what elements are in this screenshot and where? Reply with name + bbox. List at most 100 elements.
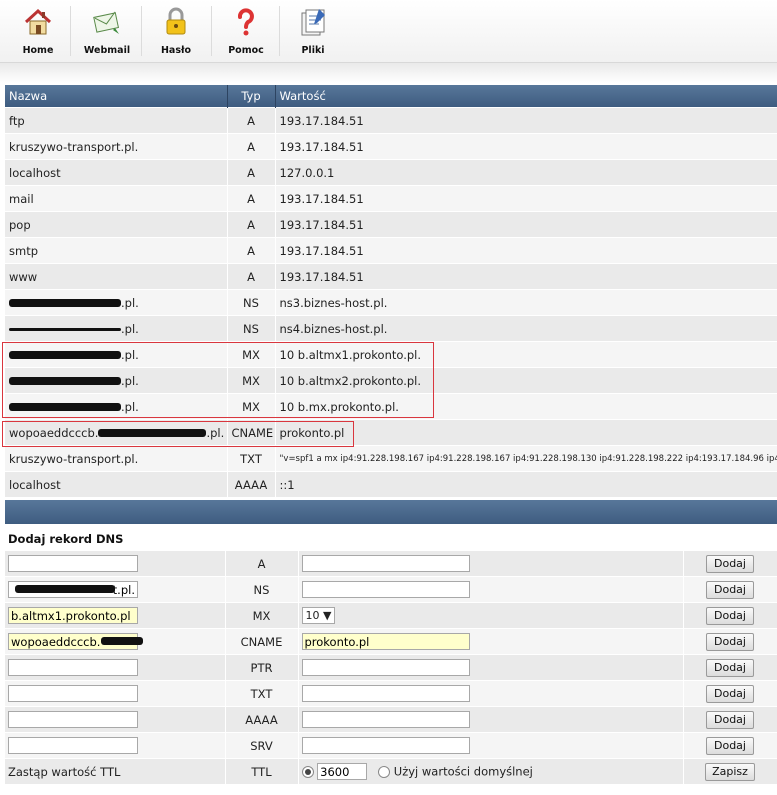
mx-priority-select[interactable]: 10 ▼ [301, 607, 336, 624]
add-aaaa-button[interactable]: Dodaj [706, 710, 754, 729]
record-type: MX [227, 367, 276, 394]
record-value-input[interactable] [301, 633, 470, 650]
toolbar-webmail[interactable]: Webmail [74, 0, 140, 62]
record-value: 193.17.184.51 [275, 133, 777, 160]
ttl-default-radio[interactable] [378, 766, 391, 778]
record-name-cell: .pl. [5, 367, 228, 394]
table-row: .pl. NS ns3.biznes-host.pl. [5, 289, 777, 316]
record-name-cell: .pl. [5, 341, 228, 368]
add-row-cname: CNAME Dodaj [5, 628, 777, 655]
record-value-input[interactable] [301, 685, 470, 702]
toolbar-home[interactable]: Home [10, 0, 66, 62]
record-name: ftp [5, 107, 228, 134]
mx-priority-value: 10 [305, 609, 320, 622]
record-value: 127.0.0.1 [275, 159, 777, 186]
ttl-value-input[interactable] [317, 763, 368, 780]
record-name-input[interactable] [8, 555, 138, 572]
record-value: 193.17.184.51 [275, 237, 777, 264]
webmail-icon [93, 11, 120, 34]
record-value-input[interactable] [301, 711, 470, 728]
toolbar-help[interactable]: Pomoc [215, 0, 277, 62]
toolbar-password[interactable]: Hasło [145, 0, 207, 62]
column-header-name[interactable]: Nazwa [5, 85, 228, 108]
record-name-input[interactable] [8, 685, 138, 702]
record-name: mail [5, 185, 228, 212]
record-name-input[interactable] [8, 711, 138, 728]
toolbar-home-label: Home [22, 45, 54, 56]
record-name-input[interactable] [8, 607, 138, 624]
ttl-default-label: Użyj wartości domyślnej [393, 764, 533, 779]
add-row-aaaa: AAAA Dodaj [5, 706, 777, 733]
record-type-label: SRV [225, 732, 299, 759]
record-type: AAAA [227, 471, 276, 497]
record-value: ns3.biznes-host.pl. [275, 289, 777, 316]
record-value: 193.17.184.51 [275, 107, 777, 134]
record-type-label: A [225, 550, 299, 577]
record-value: prokonto.pl [275, 419, 777, 446]
dns-records-table: Nazwa Typ Wartość ftp A 193.17.184.51 kr… [5, 85, 777, 497]
redaction-mark [101, 637, 143, 645]
column-header-type[interactable]: Typ [227, 85, 276, 108]
toolbar-webmail-label: Webmail [83, 45, 131, 56]
record-value-input[interactable] [301, 659, 470, 676]
record-name-cell: .pl. [5, 289, 228, 316]
add-a-button[interactable]: Dodaj [706, 554, 754, 573]
record-name-input[interactable] [8, 659, 138, 676]
record-name: .pl. [121, 295, 139, 310]
record-type: A [227, 159, 276, 186]
toolbar-shadow [0, 63, 777, 83]
record-value: 193.17.184.51 [275, 263, 777, 290]
record-type-label: NS [225, 576, 299, 603]
record-type: MX [227, 393, 276, 420]
record-name: .pl. [121, 373, 139, 388]
record-value: 10 b.altmx2.prokonto.pl. [275, 367, 777, 394]
table-row: .pl. MX 10 b.altmx2.prokonto.pl. [5, 367, 777, 394]
section-divider [5, 500, 777, 524]
add-mx-button[interactable]: Dodaj [706, 606, 754, 625]
column-header-value[interactable]: Wartość [275, 85, 777, 108]
ttl-override-label: Zastąp wartość TTL [5, 758, 226, 784]
add-row-ns: NS Dodaj [5, 576, 777, 603]
record-name: localhost [5, 159, 228, 186]
redaction-mark [9, 299, 121, 307]
record-type: MX [227, 341, 276, 368]
table-row: localhost A 127.0.0.1 [5, 159, 777, 186]
toolbar-files[interactable]: Pliki [283, 0, 343, 62]
ttl-row: Zastąp wartość TTL TTL Użyj wartości dom… [5, 758, 777, 784]
home-icon [24, 8, 52, 35]
table-row: localhost AAAA ::1 [5, 471, 777, 497]
record-value-input[interactable] [301, 581, 470, 598]
record-type: A [227, 185, 276, 212]
ttl-custom-radio[interactable] [301, 766, 314, 778]
record-value-input[interactable] [301, 555, 470, 572]
table-row: www A 193.17.184.51 [5, 263, 777, 290]
add-ns-button[interactable]: Dodaj [706, 580, 754, 599]
redaction-mark [9, 377, 121, 385]
add-txt-button[interactable]: Dodaj [706, 684, 754, 703]
record-value: 10 b.altmx1.prokonto.pl. [275, 341, 777, 368]
toolbar-help-label: Pomoc [228, 45, 264, 56]
record-type: NS [227, 315, 276, 342]
record-value: ::1 [275, 471, 777, 497]
record-type: CNAME [227, 419, 276, 446]
record-name-prefix: wopoaeddcccb. [9, 425, 99, 440]
record-name: .pl. [206, 425, 225, 440]
record-type: TXT [227, 445, 276, 472]
add-cname-button[interactable]: Dodaj [706, 632, 754, 651]
add-ptr-button[interactable]: Dodaj [706, 658, 754, 677]
save-ttl-button[interactable]: Zapisz [705, 762, 755, 781]
padlock-icon [166, 7, 186, 35]
redaction-mark [9, 327, 121, 331]
redaction-mark [15, 585, 115, 593]
question-mark-icon [238, 8, 254, 36]
add-srv-button[interactable]: Dodaj [706, 736, 754, 755]
record-name: kruszywo-transport.pl. [5, 445, 228, 472]
record-name: .pl. [121, 347, 139, 362]
add-row-a: A Dodaj [5, 550, 777, 577]
record-name-cell: .pl. [5, 315, 228, 342]
record-value-input[interactable] [301, 737, 470, 754]
record-name: localhost [5, 471, 228, 497]
table-row: kruszywo-transport.pl. A 193.17.184.51 [5, 133, 777, 160]
record-name-input[interactable] [8, 737, 138, 754]
table-row: ftp A 193.17.184.51 [5, 107, 777, 134]
